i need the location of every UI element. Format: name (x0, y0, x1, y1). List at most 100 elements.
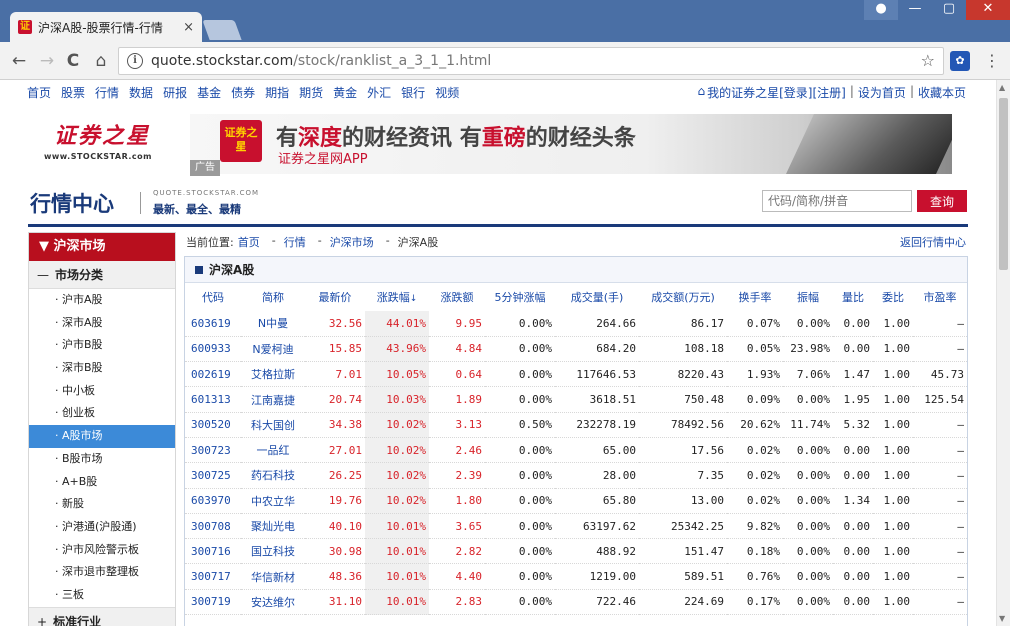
sidebar-item[interactable]: · 沪港通(沪股通) (29, 516, 175, 539)
scrollbar-thumb[interactable] (999, 98, 1008, 270)
sidebar-item[interactable]: · 沪市风险警示板 (29, 539, 175, 562)
table-row[interactable]: 300719 安达维尔 31.10 10.01% 2.83 0.00% 722.46 224.… (185, 589, 967, 616)
sidebar-group-market-category[interactable]: — 市场分类 (29, 261, 175, 289)
site-info-icon[interactable]: i (127, 53, 143, 69)
column-header[interactable]: 5分钟涨幅 (485, 283, 555, 311)
column-header[interactable]: 委比 (873, 283, 913, 311)
column-header[interactable]: 简称 (241, 283, 305, 311)
minimize-icon[interactable]: — (898, 0, 932, 20)
my-stockstar-link[interactable]: 我的证券之星 (707, 84, 779, 101)
stock-code-link[interactable]: 601313 (185, 386, 241, 413)
stock-name-link[interactable]: 艾格拉斯 (241, 361, 305, 388)
top-nav-link[interactable]: 基金 (197, 84, 221, 101)
stock-name-link[interactable]: 华信新材 (241, 563, 305, 590)
table-row[interactable]: 601313 江南嘉捷 20.74 10.03% 1.89 0.00% 3618.51 750… (185, 386, 967, 413)
sidebar-item[interactable]: · A+B股 (29, 471, 175, 494)
bookmark-page-link[interactable]: 收藏本页 (918, 84, 966, 101)
breadcrumb-market[interactable]: 沪深市场 (330, 234, 374, 250)
quote-center-title[interactable]: 行情中心 (30, 188, 114, 218)
login-link[interactable]: [登录] (779, 84, 812, 101)
forward-arrow-icon[interactable]: → (36, 50, 58, 72)
stock-name-link[interactable]: 安达维尔 (241, 589, 305, 616)
column-header[interactable]: 涨跌额 (429, 283, 485, 311)
tab-close-icon[interactable]: × (183, 20, 194, 35)
sidebar-item[interactable]: · 创业板 (29, 402, 175, 425)
sidebar-item[interactable]: · B股市场 (29, 448, 175, 471)
top-nav-link[interactable]: 期指 (265, 84, 289, 101)
table-row[interactable]: 600933 N爱柯迪 15.85 43.96% 4.84 0.00% 684.20 108.… (185, 336, 967, 363)
column-header[interactable]: 市盈率 (913, 283, 967, 311)
stock-code-link[interactable]: 002619 (185, 361, 241, 388)
table-row[interactable]: 300716 国立科技 30.98 10.01% 2.82 0.00% 488.92 151.… (185, 538, 967, 565)
search-button[interactable]: 查询 (917, 190, 967, 212)
scroll-up-icon[interactable]: ▲ (999, 83, 1005, 92)
stock-name-link[interactable]: 国立科技 (241, 538, 305, 565)
column-header[interactable]: 振幅 (783, 283, 833, 311)
top-nav-link[interactable]: 银行 (401, 84, 425, 101)
stock-code-link[interactable]: 603970 (185, 488, 241, 514)
stock-code-link[interactable]: 600933 (185, 336, 241, 363)
browser-tab[interactable]: 证 沪深A股-股票行情-行情 × (10, 12, 202, 42)
back-arrow-icon[interactable]: ← (8, 50, 30, 72)
stock-code-link[interactable]: 300520 (185, 412, 241, 438)
maximize-icon[interactable]: ▢ (932, 0, 966, 20)
table-row[interactable]: 300723 一品红 27.01 10.02% 2.46 0.00% 65.00 17.56 0… (185, 437, 967, 464)
set-homepage-link[interactable]: 设为首页 (858, 84, 906, 101)
sidebar-item[interactable]: · 新股 (29, 493, 175, 516)
stock-code-link[interactable]: 603619 (185, 311, 241, 337)
stock-name-link[interactable]: 科大国创 (241, 412, 305, 438)
sidebar-item[interactable]: · 深市B股 (29, 357, 175, 380)
stock-code-link[interactable]: 300716 (185, 538, 241, 565)
home-icon[interactable]: ⌂ (90, 50, 112, 72)
sidebar-item[interactable]: · A股市场 (29, 425, 175, 448)
stock-name-link[interactable]: N中曼 (241, 311, 305, 337)
column-header[interactable]: 成交量(手) (555, 283, 639, 311)
sidebar-group-standard-industry[interactable]: + 标准行业 (29, 606, 175, 626)
back-to-quote-center-link[interactable]: 返回行情中心 (900, 234, 966, 250)
breadcrumb-home[interactable]: 首页 (238, 234, 260, 250)
profile-icon[interactable]: ● (864, 0, 898, 20)
stock-search-input[interactable] (762, 190, 912, 212)
register-link[interactable]: [注册] (813, 84, 846, 101)
top-nav-link[interactable]: 股票 (61, 84, 85, 101)
sidebar-item[interactable]: · 沪市A股 (29, 289, 175, 312)
column-header[interactable]: 换手率 (727, 283, 783, 311)
breadcrumb-quotes[interactable]: 行情 (284, 234, 306, 250)
table-row[interactable]: 002619 艾格拉斯 7.01 10.05% 0.64 0.00% 117646.53 82… (185, 361, 967, 388)
browser-menu-icon[interactable]: ⋮ (984, 51, 1000, 71)
site-logo[interactable]: 证券之星 (54, 118, 150, 150)
bookmark-star-icon[interactable]: ☆ (921, 51, 935, 70)
top-nav-link[interactable]: 数据 (129, 84, 153, 101)
top-nav-link[interactable]: 研报 (163, 84, 187, 101)
stock-name-link[interactable]: 聚灿光电 (241, 513, 305, 540)
top-nav-link[interactable]: 债券 (231, 84, 255, 101)
table-row[interactable]: 603970 中农立华 19.76 10.02% 1.80 0.00% 65.80 13.00… (185, 488, 967, 514)
column-header[interactable]: 涨跌幅↓ (365, 283, 429, 311)
page-scrollbar[interactable]: ▲ ▼ (996, 80, 1010, 626)
sidebar-item[interactable]: · 沪市B股 (29, 334, 175, 357)
top-nav-link[interactable]: 行情 (95, 84, 119, 101)
top-nav-link[interactable]: 视频 (435, 84, 459, 101)
sidebar-item[interactable]: · 深市A股 (29, 312, 175, 335)
stock-name-link[interactable]: 药石科技 (241, 462, 305, 489)
sidebar-head[interactable]: ▼ 沪深市场 (29, 233, 175, 261)
stock-code-link[interactable]: 300708 (185, 513, 241, 540)
window-close-icon[interactable]: ✕ (966, 0, 1010, 20)
column-header[interactable]: 最新价 (305, 283, 365, 311)
stock-name-link[interactable]: 江南嘉捷 (241, 386, 305, 413)
table-row[interactable]: 300717 华信新材 48.36 10.01% 4.40 0.00% 1219.00 589… (185, 563, 967, 590)
column-header[interactable]: 量比 (833, 283, 873, 311)
address-bar[interactable]: i quote.stockstar.com/stock/ranklist_a_3… (118, 47, 944, 75)
ad-banner[interactable]: 证券之星 有深度的财经资讯 有重磅的财经头条 证券之星网APP (190, 114, 952, 174)
table-row[interactable]: 300520 科大国创 34.38 10.02% 3.13 0.50% 232278.19 7… (185, 412, 967, 438)
new-tab-button[interactable] (202, 20, 242, 40)
stock-code-link[interactable]: 300725 (185, 462, 241, 489)
sidebar-item[interactable]: · 深市退市整理板 (29, 561, 175, 584)
column-header[interactable]: 代码 (185, 283, 241, 311)
sidebar-item[interactable]: · 中小板 (29, 380, 175, 403)
reload-icon[interactable]: C (62, 50, 84, 72)
table-row[interactable]: 300725 药石科技 26.25 10.02% 2.39 0.00% 28.00 7.35 0… (185, 462, 967, 489)
sidebar-item[interactable]: · 三板 (29, 584, 175, 607)
table-row[interactable]: 603619 N中曼 32.56 44.01% 9.95 0.00% 264.66 86.17… (185, 311, 967, 337)
stock-code-link[interactable]: 300719 (185, 589, 241, 616)
